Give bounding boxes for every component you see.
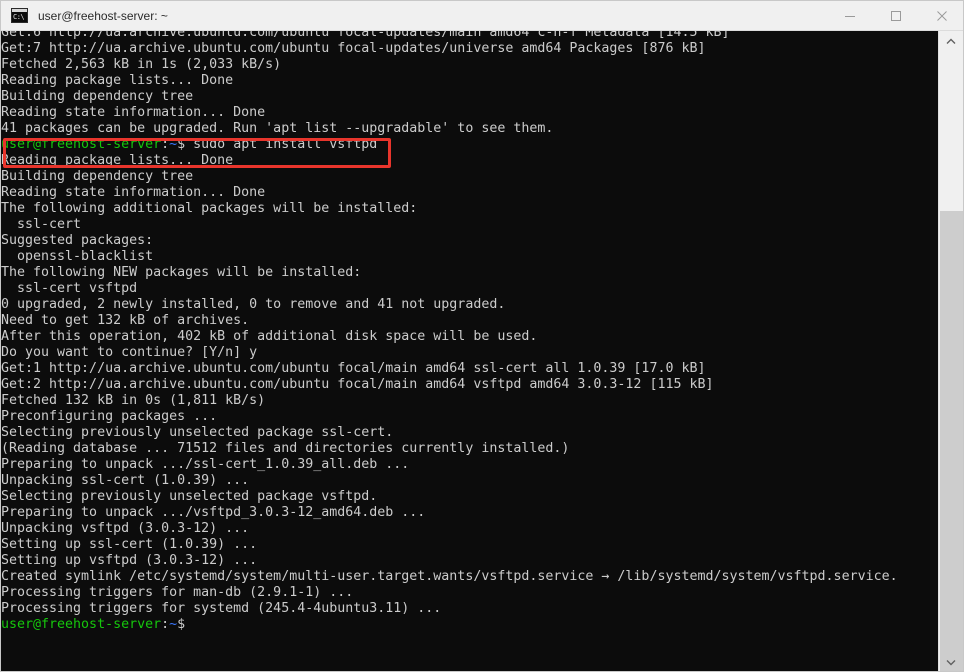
terminal-output-line: Reading state information... Done xyxy=(1,185,266,200)
scrollbar-track[interactable] xyxy=(939,51,963,671)
prompt-colon: : xyxy=(161,617,170,632)
terminal-output-line: Processing triggers for systemd (245.4-4… xyxy=(1,601,442,616)
prompt-path: ~ xyxy=(169,617,178,632)
terminal-icon-prompt: C:\ xyxy=(13,13,25,21)
terminal-output-line: Processing triggers for man-db (2.9.1-1)… xyxy=(1,585,354,600)
terminal-output-line: Fetched 2,563 kB in 1s (2,033 kB/s) xyxy=(1,57,282,72)
prompt-path: ~ xyxy=(169,137,178,152)
terminal-output-line: Preparing to unpack .../vsftpd_3.0.3-12_… xyxy=(1,505,426,520)
terminal-output-line: Unpacking ssl-cert (1.0.39) ... xyxy=(1,473,250,488)
terminal-output-line: Building dependency tree xyxy=(1,169,194,184)
terminal-output-line: openssl-blacklist xyxy=(1,249,154,264)
minimize-icon xyxy=(845,16,855,17)
prompt-user-host: user@freehost-server xyxy=(1,137,162,152)
terminal-output-line: Fetched 132 kB in 0s (1,811 kB/s) xyxy=(1,393,266,408)
minimize-button[interactable] xyxy=(827,1,873,31)
maximize-icon xyxy=(891,11,901,21)
terminal-output-line: Reading package lists... Done xyxy=(1,73,234,88)
terminal-output-line: The following additional packages will b… xyxy=(1,201,418,216)
terminal-output-line: Get:6 http://ua.archive.ubuntu.com/ubunt… xyxy=(1,31,730,40)
terminal-output-line: After this operation, 402 kB of addition… xyxy=(1,329,538,344)
terminal-output-line: Created symlink /etc/systemd/system/mult… xyxy=(1,569,898,584)
close-icon xyxy=(937,11,947,21)
scrollbar-thumb[interactable] xyxy=(940,211,963,671)
scroll-up-arrow-icon xyxy=(946,38,956,44)
terminal-output-line: Reading package lists... Done xyxy=(1,153,234,168)
terminal-output-line: Unpacking vsftpd (3.0.3-12) ... xyxy=(1,521,250,536)
terminal-window: C:\ user@freehost-server: ~ Get:6 http:/… xyxy=(0,0,964,672)
terminal-output-area[interactable]: Get:6 http://ua.archive.ubuntu.com/ubunt… xyxy=(1,31,939,671)
terminal-output-line: The following NEW packages will be insta… xyxy=(1,265,362,280)
close-button[interactable] xyxy=(919,1,963,31)
prompt-colon: : xyxy=(161,137,170,152)
vertical-scrollbar[interactable] xyxy=(938,31,963,671)
terminal-output-line: Setting up vsftpd (3.0.3-12) ... xyxy=(1,553,258,568)
terminal-output-line: Preconfiguring packages ... xyxy=(1,409,218,424)
terminal-output-line: 0 upgraded, 2 newly installed, 0 to remo… xyxy=(1,297,506,312)
terminal-output-line: Preparing to unpack .../ssl-cert_1.0.39_… xyxy=(1,457,410,472)
scroll-down-arrow-icon xyxy=(946,659,956,665)
terminal-output-line: (Reading database ... 71512 files and di… xyxy=(1,441,570,456)
terminal-output-line: Need to get 132 kB of archives. xyxy=(1,313,250,328)
terminal-output-line: Get:2 http://ua.archive.ubuntu.com/ubunt… xyxy=(1,377,714,392)
terminal-output-line: Get:1 http://ua.archive.ubuntu.com/ubunt… xyxy=(1,361,706,376)
terminal-output-line: Selecting previously unselected package … xyxy=(1,425,394,440)
terminal-output-line: Do you want to continue? [Y/n] y xyxy=(1,345,258,360)
prompt-sigil: $ xyxy=(177,137,186,152)
terminal-output-line: Setting up ssl-cert (1.0.39) ... xyxy=(1,537,258,552)
terminal-prompt-line: user@freehost-server:~$ xyxy=(1,617,939,633)
terminal-output-line: Suggested packages: xyxy=(1,233,154,248)
terminal-icon: C:\ xyxy=(11,8,28,23)
prompt-command-text: sudo apt install vsftpd xyxy=(185,137,378,152)
terminal-prompt-line: user@freehost-server:~$ sudo apt install… xyxy=(1,137,939,153)
terminal-output-line: Selecting previously unselected package … xyxy=(1,489,378,504)
window-title: user@freehost-server: ~ xyxy=(38,8,168,23)
terminal-output-line: Building dependency tree xyxy=(1,89,194,104)
terminal-output-line: ssl-cert vsftpd xyxy=(1,281,138,296)
terminal-screen: Get:6 http://ua.archive.ubuntu.com/ubunt… xyxy=(1,31,939,633)
terminal-output-line: Reading state information... Done xyxy=(1,105,266,120)
prompt-sigil: $ xyxy=(177,617,186,632)
scroll-down-button[interactable] xyxy=(939,652,963,671)
terminal-output-line: ssl-cert xyxy=(1,217,82,232)
maximize-button[interactable] xyxy=(873,1,919,31)
window-controls xyxy=(827,1,963,31)
prompt-user-host: user@freehost-server xyxy=(1,617,162,632)
scroll-up-button[interactable] xyxy=(939,31,963,51)
terminal-output-line: 41 packages can be upgraded. Run 'apt li… xyxy=(1,121,554,136)
title-bar[interactable]: C:\ user@freehost-server: ~ xyxy=(1,1,963,31)
terminal-output-line: Get:7 http://ua.archive.ubuntu.com/ubunt… xyxy=(1,41,706,56)
